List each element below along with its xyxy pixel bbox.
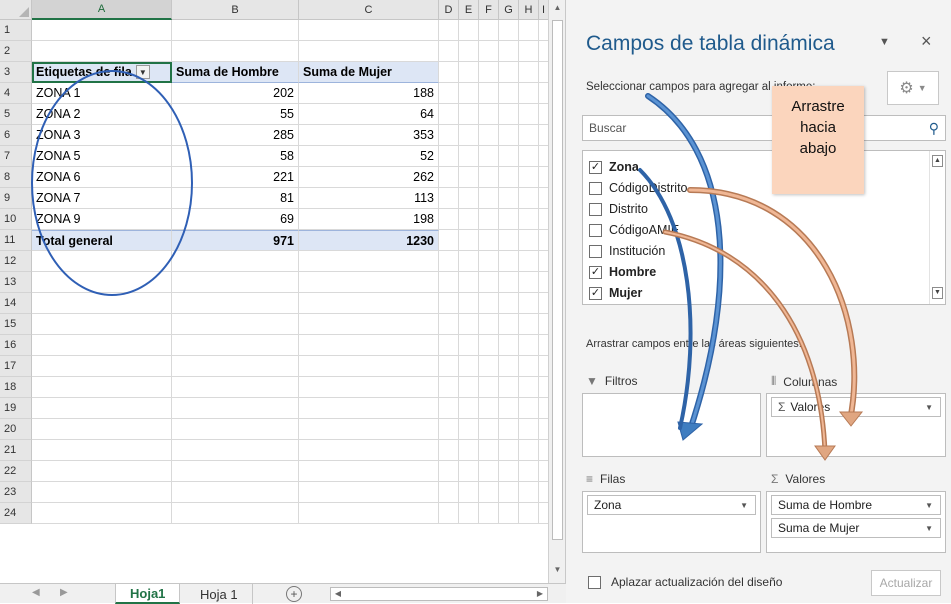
callout-line: Arrastre <box>791 98 845 115</box>
callout-line: abajo <box>799 140 837 157</box>
drag-arrow-blue-2 <box>638 168 693 430</box>
drag-arrow-orange-1-inner <box>688 188 856 422</box>
arrow-head-icon <box>814 445 836 461</box>
arrow-head-icon <box>838 411 864 427</box>
drag-callout: Arrastre hacia abajo <box>772 86 864 194</box>
highlight-ellipse <box>31 70 193 296</box>
drag-arrow-orange-1 <box>687 187 858 423</box>
callout-line: hacia <box>800 119 836 136</box>
